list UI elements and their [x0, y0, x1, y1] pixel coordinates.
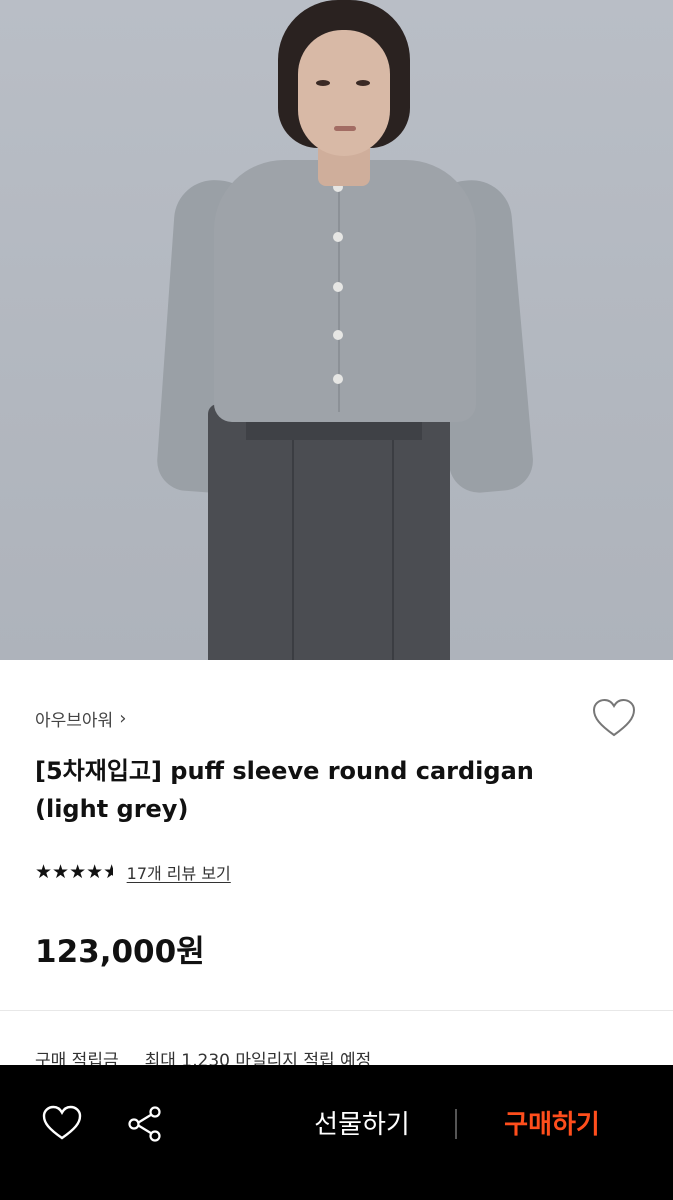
model-mouth [334, 126, 356, 131]
trouser-pleat [392, 440, 394, 660]
star-rating: ★★★★★ [35, 861, 113, 883]
cardigan-button [333, 330, 343, 340]
heart-outline-icon[interactable] [592, 698, 636, 738]
chevron-right-icon: › [119, 708, 127, 729]
gift-button[interactable]: 선물하기 [290, 1103, 434, 1147]
product-info: 아우브아워 › [5차재입고] puff sleeve round cardig… [0, 660, 673, 1071]
model-face [298, 30, 390, 156]
cardigan-button [333, 282, 343, 292]
bottom-action-bar: 선물하기 구매하기 [0, 1065, 673, 1200]
buy-button[interactable]: 구매하기 [478, 1103, 626, 1147]
review-link[interactable]: 17개 리뷰 보기 [127, 860, 231, 884]
model-cardigan [214, 160, 476, 422]
trouser-pleat [292, 440, 294, 660]
cardigan-button [333, 374, 343, 384]
button-separator [455, 1109, 457, 1139]
model-trousers [208, 404, 450, 660]
model-eye [316, 80, 330, 86]
share-icon[interactable] [126, 1105, 164, 1143]
model-eye [356, 80, 370, 86]
product-title: [5차재입고] puff sleeve round cardigan (ligh… [35, 757, 534, 823]
heart-outline-icon[interactable] [42, 1105, 82, 1141]
brand-name: 아우브아워 [35, 711, 114, 731]
product-price: 123,000원 [35, 934, 205, 970]
rating-row: ★★★★★ 17개 리뷰 보기 [35, 860, 231, 884]
divider [0, 1010, 673, 1011]
product-image[interactable] [0, 0, 673, 660]
cardigan-button [333, 232, 343, 242]
brand-link[interactable]: 아우브아워 › [35, 706, 126, 731]
